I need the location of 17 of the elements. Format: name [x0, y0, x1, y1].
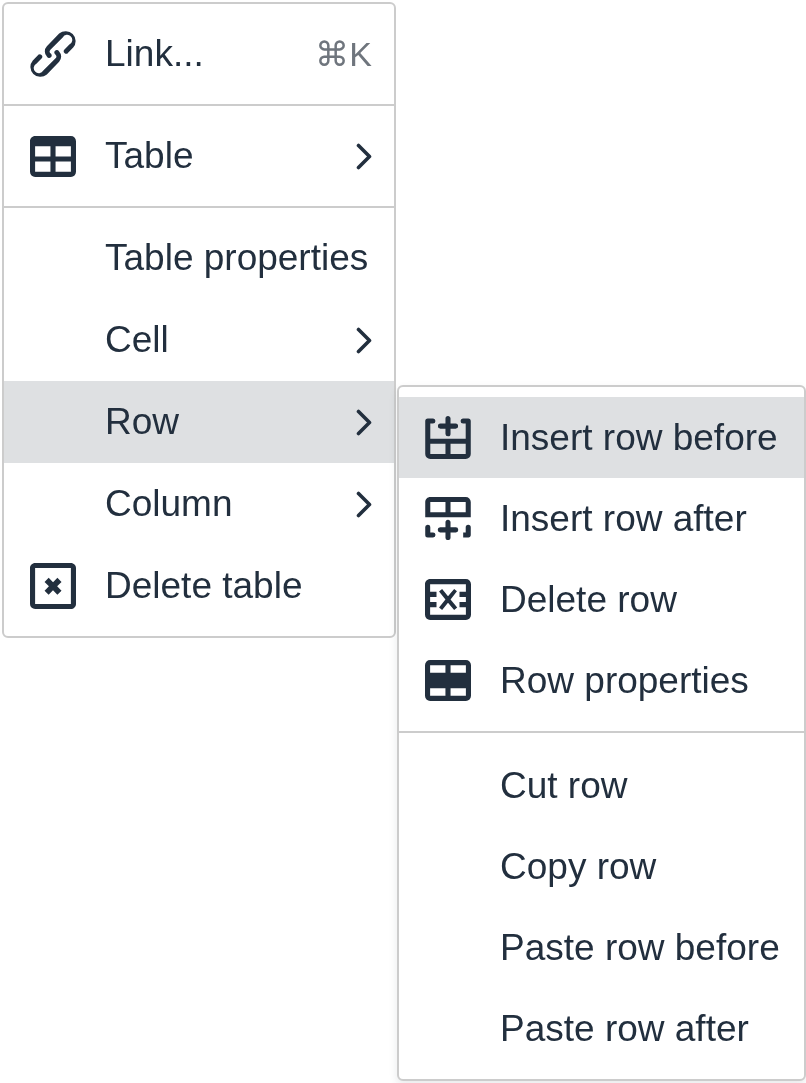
menu-item[interactable]: Paste row before — [399, 907, 804, 988]
menu-item[interactable]: Row — [4, 381, 394, 463]
shortcut-label: ⌘K — [314, 34, 372, 75]
menu-item[interactable]: Paste row after — [399, 988, 804, 1069]
table-plus-top-icon — [425, 416, 471, 459]
table-cross-icon — [425, 579, 471, 620]
menu-item[interactable]: Copy row — [399, 826, 804, 907]
menu-item[interactable]: Delete row — [399, 559, 804, 640]
link-icon — [30, 31, 76, 77]
menu-item[interactable]: Cut row — [399, 745, 804, 826]
menu-item[interactable]: Insert row before — [399, 397, 804, 478]
table-plus-bottom-icon — [425, 497, 471, 540]
table-icon — [30, 135, 76, 177]
table-icon — [425, 660, 471, 701]
menu-item[interactable]: Row properties — [399, 640, 804, 721]
menu-item[interactable]: Insert row after — [399, 478, 804, 559]
crossed-box-icon — [30, 563, 76, 609]
